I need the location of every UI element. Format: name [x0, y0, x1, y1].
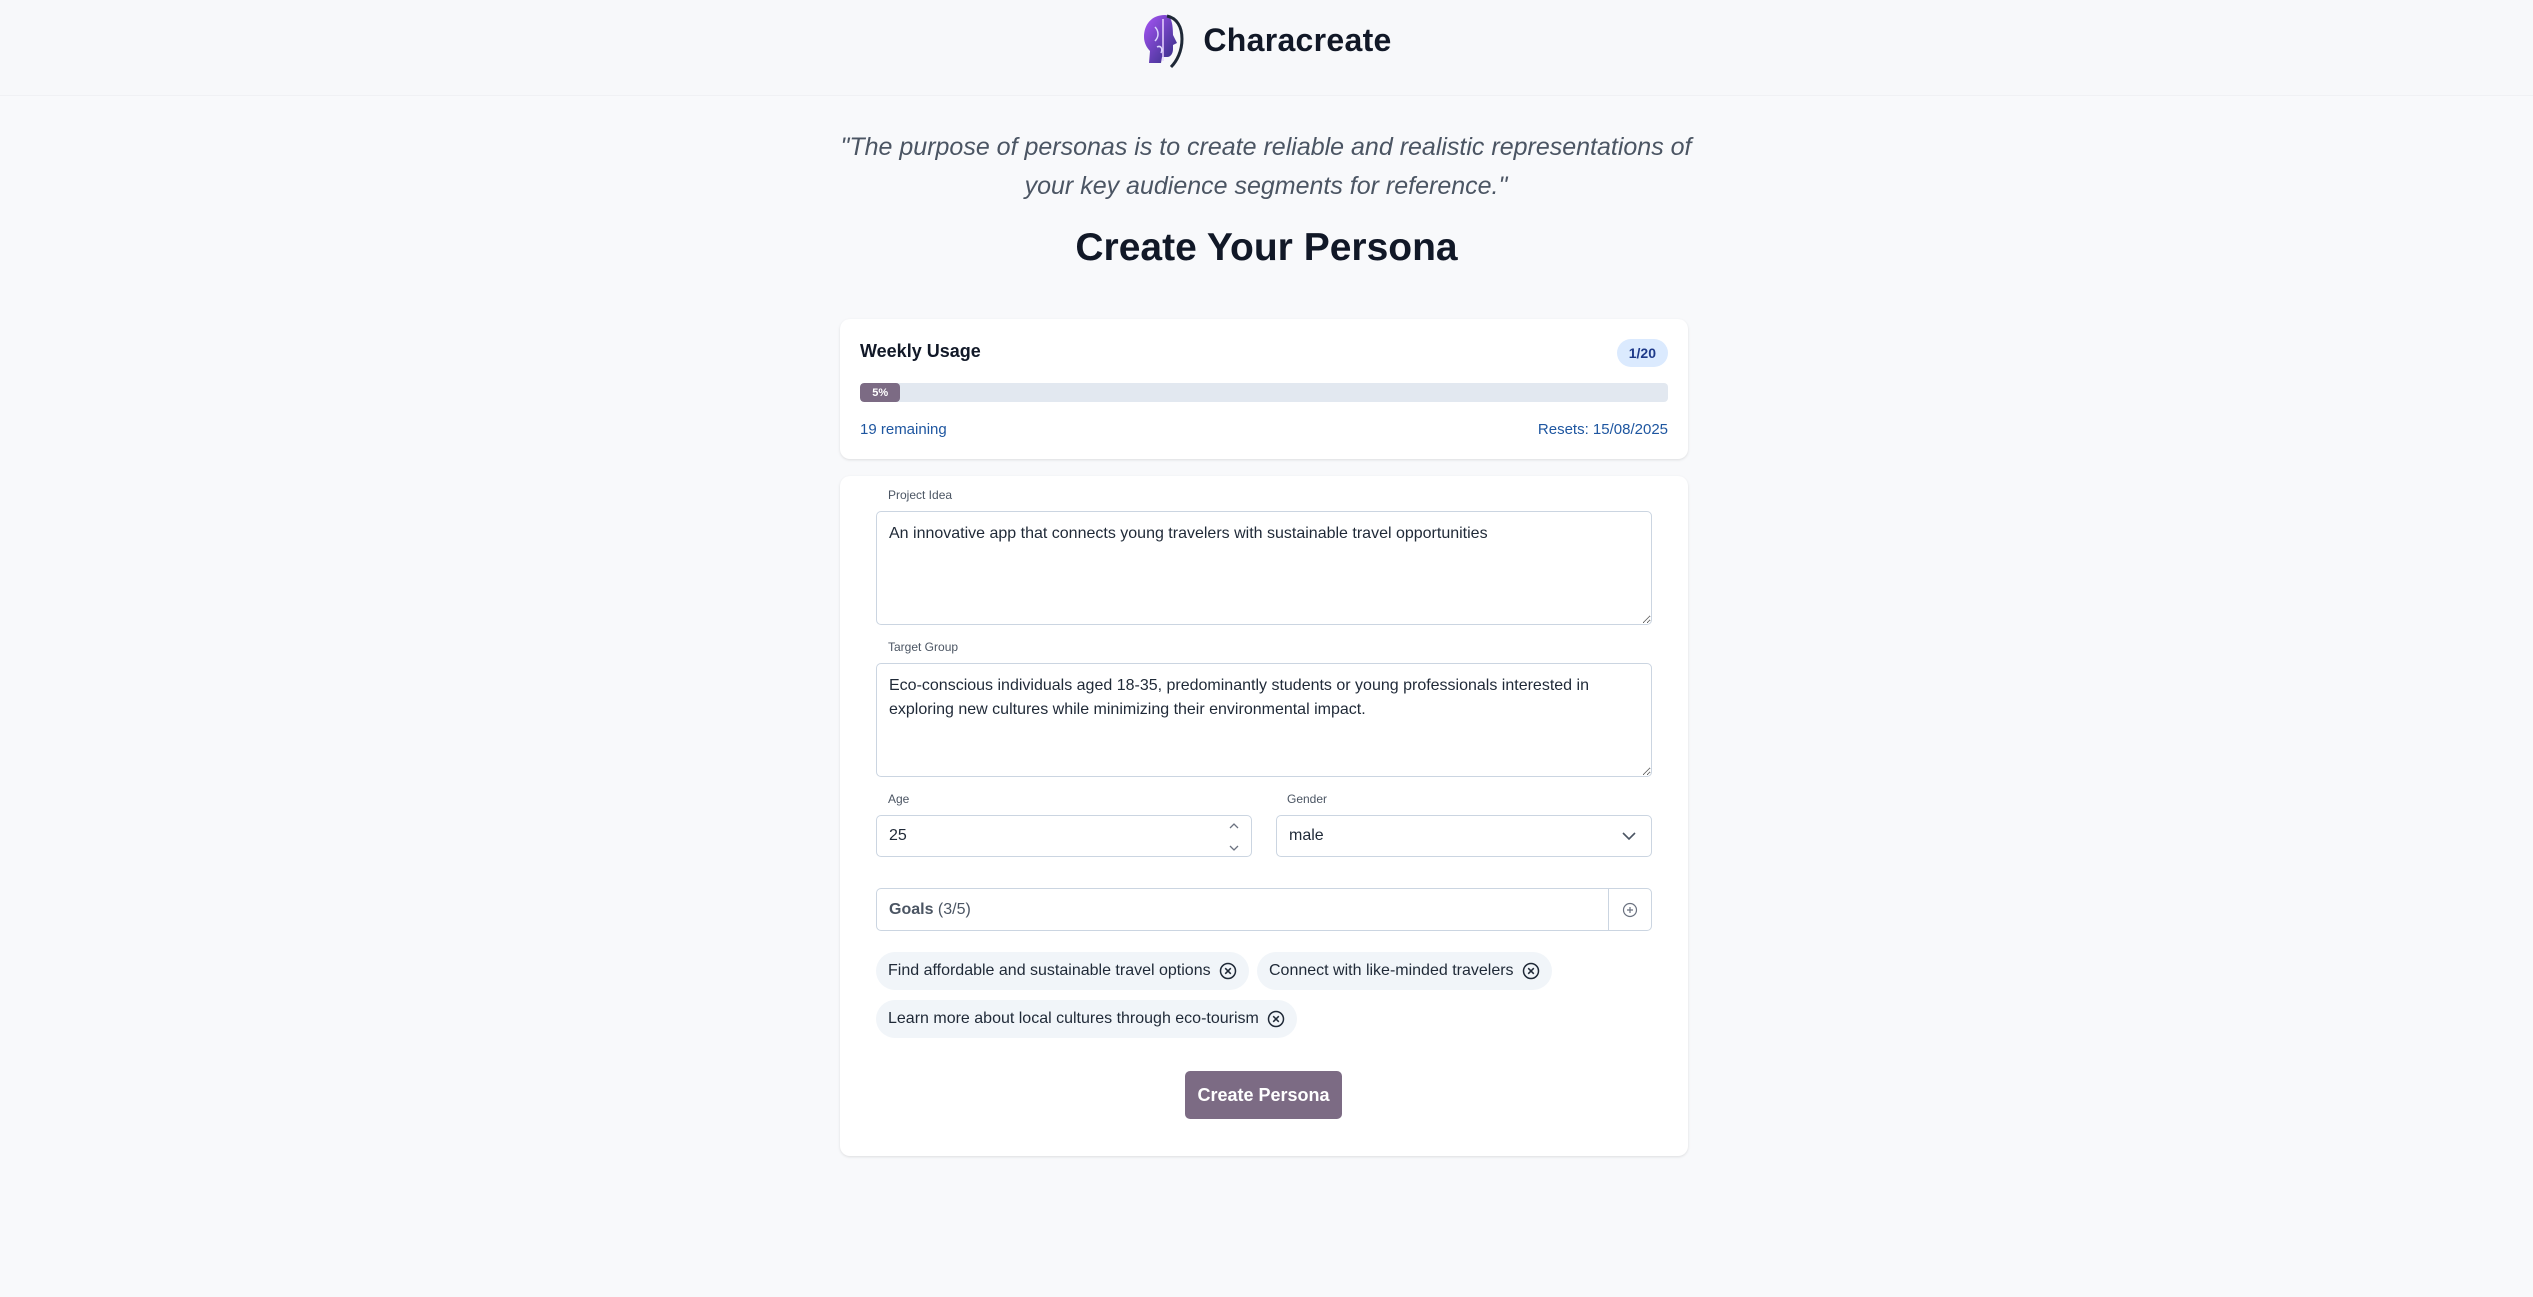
usage-progress-fill: 5%: [860, 383, 901, 402]
usage-progress-bar: 5%: [860, 383, 1668, 402]
remove-goal-icon[interactable]: [1522, 962, 1540, 980]
age-stepper[interactable]: [1227, 822, 1241, 852]
age-value: 25: [889, 827, 907, 844]
weekly-usage-card: Weekly Usage 1/20 5% 19 remaining Resets…: [840, 319, 1688, 459]
chevron-up-icon[interactable]: [1228, 822, 1240, 830]
goal-chip: Find affordable and sustainable travel o…: [876, 952, 1249, 990]
hero-quote: "The purpose of personas is to create re…: [840, 133, 1692, 200]
usage-reset-date: Resets: 15/08/2025: [1537, 421, 1668, 438]
usage-remaining: 19 remaining: [860, 421, 947, 438]
app-header: Characreate: [0, 0, 2533, 96]
goals-field-label: Goals (3/5): [877, 901, 1608, 919]
add-goal-button[interactable]: [1608, 889, 1651, 930]
goal-chip-label: Find affordable and sustainable travel o…: [888, 962, 1211, 979]
remove-goal-icon[interactable]: [1267, 1010, 1285, 1028]
target-group-textarea[interactable]: Eco-conscious individuals aged 18-35, pr…: [876, 663, 1652, 777]
page-title: Create Your Persona: [1075, 226, 1458, 269]
usage-title: Weekly Usage: [860, 341, 981, 361]
chevron-down-icon[interactable]: [1228, 844, 1240, 852]
goals-input[interactable]: Goals (3/5): [876, 888, 1652, 931]
brand-logo[interactable]: Characreate: [1141, 13, 1391, 69]
goal-chip-label: Connect with like-minded travelers: [1269, 962, 1514, 979]
persona-form: Project Idea An innovative app that conn…: [840, 476, 1688, 1156]
goal-chip-label: Learn more about local cultures through …: [888, 1010, 1259, 1027]
remove-goal-icon[interactable]: [1219, 962, 1237, 980]
gender-select[interactable]: male: [1276, 815, 1652, 857]
gender-label: Gender: [1287, 792, 1328, 806]
goal-chip: Learn more about local cultures through …: [876, 1000, 1297, 1038]
target-group-label: Target Group: [888, 640, 959, 654]
usage-count-badge: 1/20: [1616, 339, 1668, 367]
brand-name: Characreate: [1203, 22, 1392, 58]
project-idea-textarea[interactable]: An innovative app that connects young tr…: [876, 511, 1652, 625]
plus-circle-icon: [1622, 902, 1638, 917]
goals-label-text: Goals: [889, 900, 934, 918]
create-persona-button[interactable]: Create Persona: [1185, 1071, 1342, 1119]
gender-value: male: [1289, 827, 1324, 844]
goals-count: (3/5): [937, 900, 971, 918]
project-idea-label: Project Idea: [888, 488, 953, 502]
head-profile-logo-icon: [1144, 14, 1184, 68]
chevron-down-icon: [1622, 832, 1636, 841]
age-input[interactable]: 25: [876, 815, 1252, 857]
goal-chip: Connect with like-minded travelers: [1257, 952, 1552, 990]
age-label: Age: [888, 792, 910, 806]
